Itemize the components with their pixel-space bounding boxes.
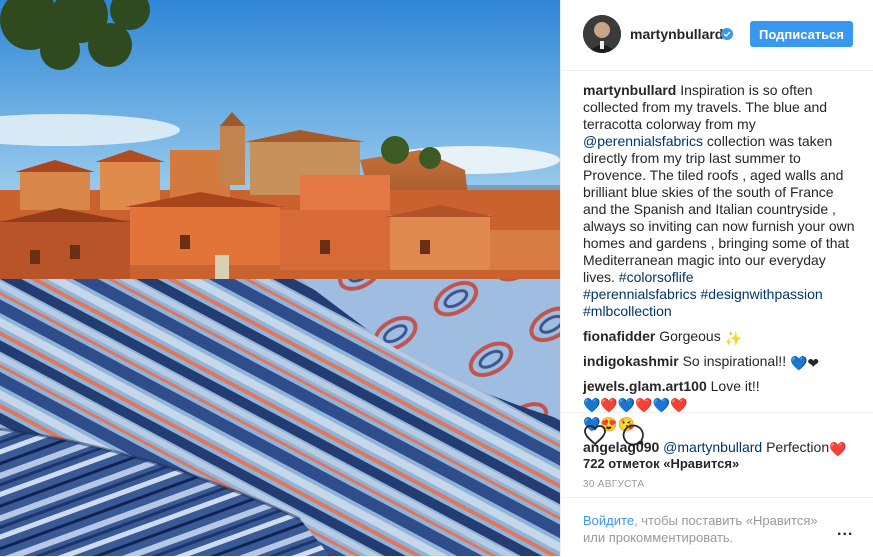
comment-text: Perfection	[762, 439, 830, 455]
caption-mention-link[interactable]: @perennialsfabrics	[583, 133, 703, 149]
comment-item: indigokashmir So inspirational!! 💙❤	[583, 353, 858, 372]
comment-item: fionafidder Gorgeous ✨	[583, 328, 858, 347]
instagram-post: martynbullard Подписаться martynbullard …	[0, 0, 873, 556]
comment-username[interactable]: jewels.glam.art100	[583, 378, 707, 394]
comments-list: martynbullard Inspiration is so often co…	[583, 82, 858, 464]
comment-username[interactable]: fionafidder	[583, 328, 655, 344]
login-prompt: Войдите, чтобы поставить «Нравится» или …	[561, 497, 873, 557]
comment-mention-link[interactable]: @martynbullard	[663, 439, 762, 455]
caption-username[interactable]: martynbullard	[583, 82, 676, 98]
post-header: martynbullard Подписаться	[561, 0, 873, 71]
hashtag-link[interactable]: #designwithpassion	[701, 286, 823, 302]
likes-count[interactable]: 722 отметок «Нравится»	[583, 456, 739, 471]
avatar[interactable]	[583, 15, 621, 53]
provence-town-photo	[0, 0, 560, 279]
post-date[interactable]: 30 АВГУСТА	[583, 479, 644, 490]
login-text: Войдите, чтобы поставить «Нравится» или …	[583, 512, 833, 546]
hashtag-link[interactable]: #colorsoflife	[619, 269, 694, 285]
post-actions: 722 отметок «Нравится» 30 АВГУСТА	[561, 412, 873, 490]
comment-text: So inspirational!!	[682, 353, 790, 369]
caption: martynbullard Inspiration is so often co…	[583, 82, 858, 320]
hearts-emoji-icon: 💙❤	[789, 355, 820, 371]
verified-badge-icon	[721, 27, 733, 40]
sparkles-emoji-icon: ✨	[724, 330, 743, 346]
comment-bubble-icon[interactable]	[621, 423, 645, 447]
caption-text-2: collection was taken directly from my tr…	[583, 133, 855, 285]
comment-text: Gorgeous	[659, 328, 725, 344]
more-options-icon[interactable]: ...	[837, 522, 853, 540]
like-heart-icon[interactable]	[583, 423, 607, 447]
post-image[interactable]	[0, 0, 560, 556]
hashtag-link[interactable]: #perennialsfabrics	[583, 286, 697, 302]
comment-username[interactable]: indigokashmir	[583, 353, 679, 369]
heart-emoji-icon: ❤️	[829, 441, 847, 457]
follow-button[interactable]: Подписаться	[750, 21, 853, 47]
username-link[interactable]: martynbullard	[630, 26, 723, 42]
login-link[interactable]: Войдите	[583, 513, 634, 528]
post-sidebar: martynbullard Подписаться martynbullard …	[560, 0, 873, 556]
striped-fabric-photo	[0, 279, 560, 556]
comment-text: Love it!!	[710, 378, 760, 394]
hashtag-link[interactable]: #mlbcollection	[583, 303, 672, 319]
